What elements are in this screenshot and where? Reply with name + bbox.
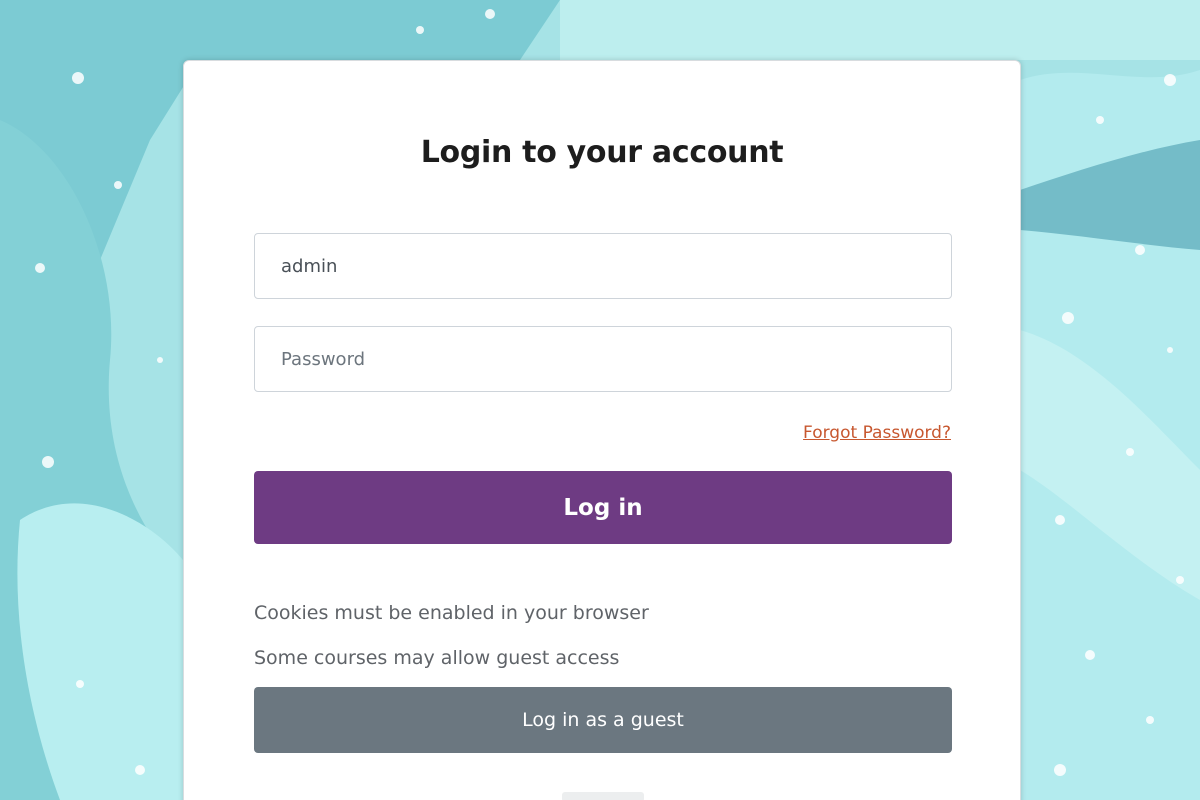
cookies-notice: Cookies must be enabled in your browser (254, 602, 649, 624)
page-title: Login to your account (420, 135, 784, 170)
forgot-password-link[interactable]: Forgot Password? (803, 423, 951, 443)
password-field[interactable] (254, 326, 952, 392)
login-card: Login to your account Forgot Password? L… (183, 60, 1021, 800)
guest-access-notice: Some courses may allow guest access (254, 647, 620, 669)
bottom-element (562, 792, 644, 800)
login-button[interactable]: Log in (254, 471, 952, 544)
guest-login-button[interactable]: Log in as a guest (254, 687, 952, 753)
username-field[interactable] (254, 233, 952, 299)
